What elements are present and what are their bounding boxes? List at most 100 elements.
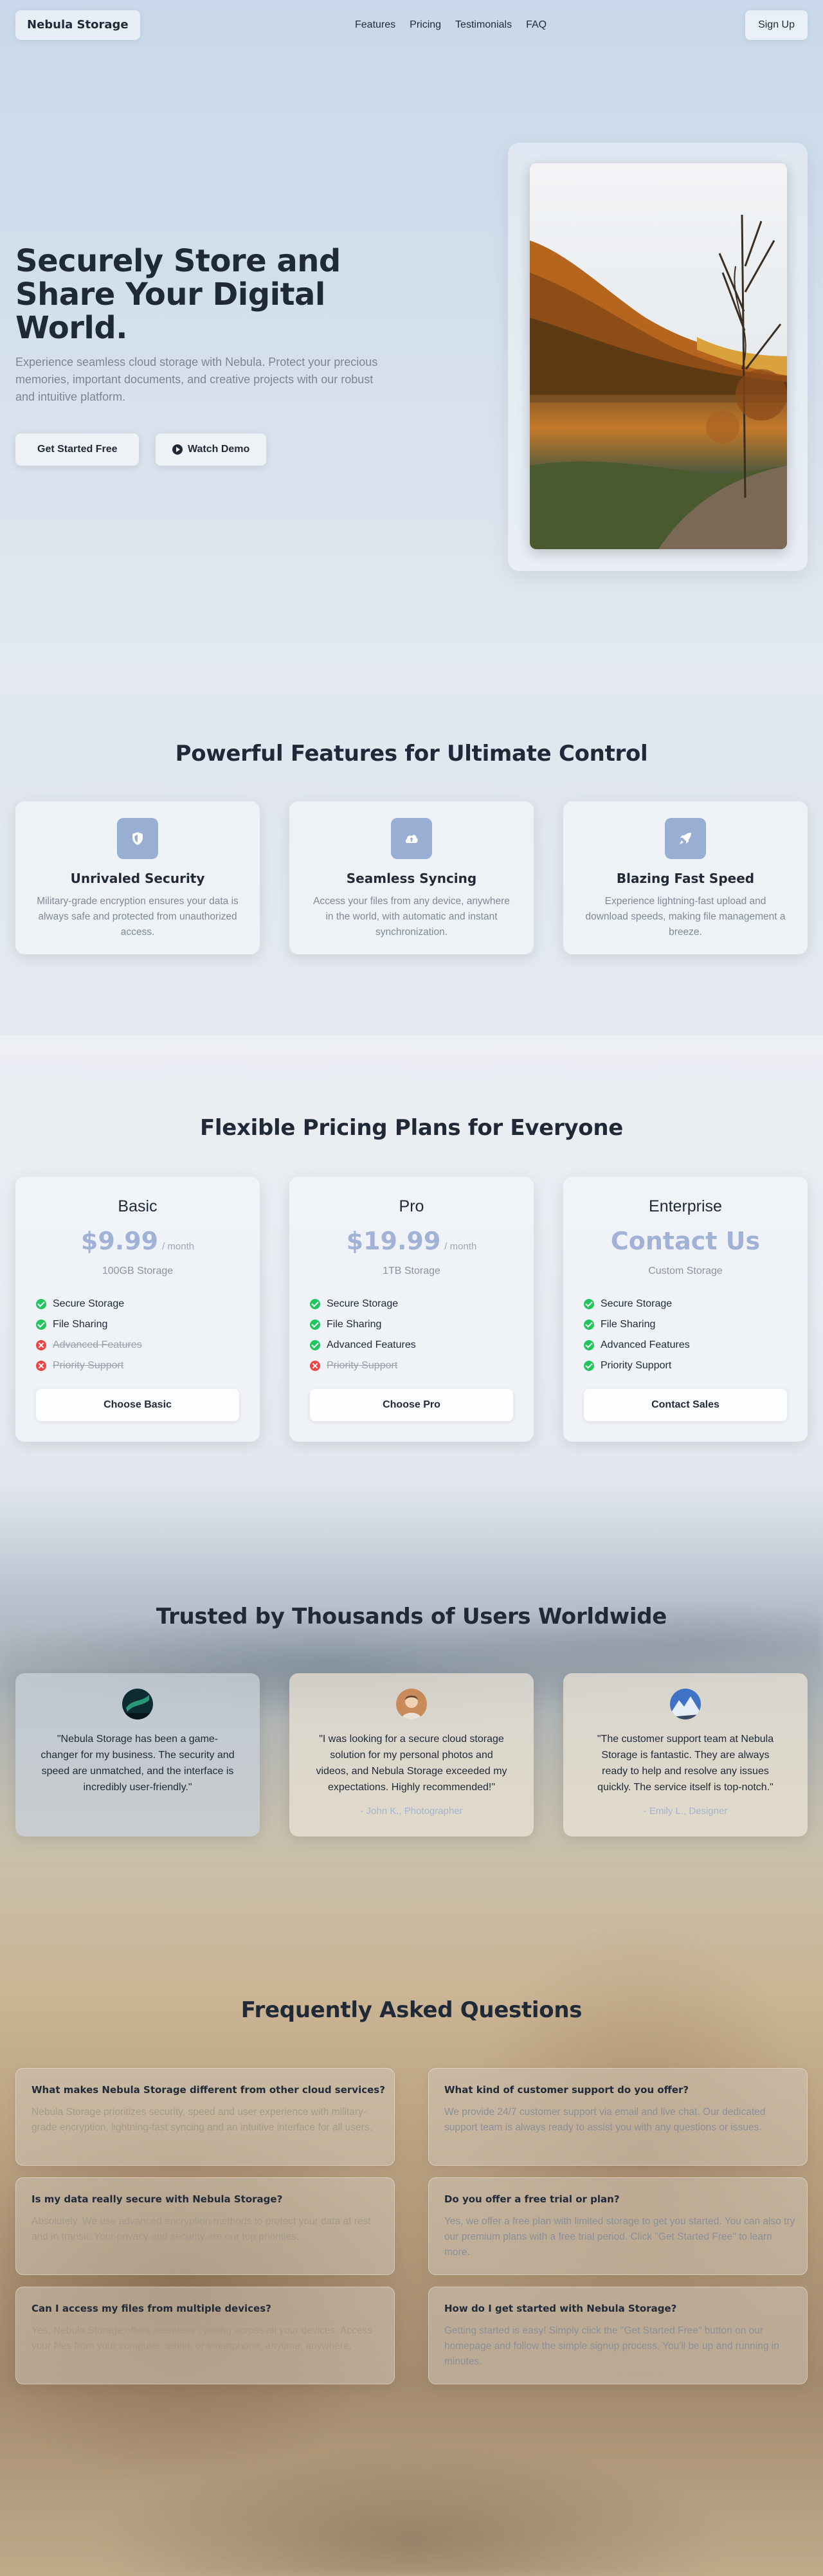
check-icon [36,1320,46,1330]
check-icon [584,1340,594,1350]
hero-image-frame [508,143,808,571]
testimonial-card: "I was looking for a secure cloud storag… [289,1673,534,1837]
faq-question: Is my data really secure with Nebula Sto… [32,2193,283,2205]
nav-link-testimonials[interactable]: Testimonials [455,19,512,31]
plan-storage: 100GB Storage [102,1265,174,1276]
watch-demo-label: Watch Demo [188,444,250,455]
plan-price-row: Contact Us [563,1227,808,1255]
check-icon [584,1299,594,1309]
testimonials-title: Trusted by Thousands of Users Worldwide [156,1604,667,1629]
check-icon [36,1299,46,1309]
watch-demo-button[interactable]: Watch Demo [156,433,267,466]
features-title: Powerful Features for Ultimate Control [175,741,648,766]
choose-pro-button[interactable]: Choose Pro [310,1389,513,1421]
feature-description: Access your files from any device, anywh… [313,896,510,938]
pricing-card-enterprise: Enterprise Contact Us Custom Storage Sec… [563,1177,808,1442]
faq-answer: Nebula Storage prioritizes security, spe… [32,2107,372,2133]
testimonial-quote: "The customer support team at Nebula Sto… [597,1734,774,1793]
autumn-lake-image [530,163,787,549]
faq-question: What makes Nebula Storage different from… [32,2084,385,2096]
plan-feature: Secure Storage [310,1294,516,1314]
top-nav: Nebula Storage Features Pricing Testimon… [15,10,808,40]
feature-card-security: Unrivaled Security Military-grade encryp… [15,801,260,954]
faq-item[interactable]: Can I access my files from multiple devi… [15,2287,395,2384]
plan-name: Basic [118,1197,158,1215]
nav-link-features[interactable]: Features [355,19,395,31]
plan-features: Secure Storage File Sharing Advanced Fea… [310,1294,516,1376]
portrait-avatar [396,1689,427,1719]
faq-answer: Yes, Nebula Storage offers seamless sync… [32,2325,372,2352]
choose-basic-button[interactable]: Choose Basic [36,1389,239,1421]
shield-icon [117,818,158,859]
plan-price-row: $9.99/ month [15,1227,260,1255]
faq-title: Frequently Asked Questions [240,1997,583,2023]
faq-answer: Absolutely. We use advanced encryption m… [32,2216,371,2242]
faq-item[interactable]: Do you offer a free trial or plan? Yes, … [428,2177,808,2275]
x-icon [36,1340,46,1350]
faq-question: How do I get started with Nebula Storage… [444,2303,677,2314]
signup-button[interactable]: Sign Up [745,10,808,40]
check-icon [310,1340,320,1350]
testimonial-card: "Nebula Storage has been a game-changer … [15,1673,260,1837]
testimonial-author: - John K., Photographer [360,1806,463,1817]
feature-title: Unrivaled Security [70,871,205,886]
faq-answer: We provide 24/7 customer support via ema… [444,2107,766,2133]
faq-item[interactable]: Is my data really secure with Nebula Sto… [15,2177,395,2275]
faq-question: What kind of customer support do you off… [444,2084,689,2096]
nav-link-faq[interactable]: FAQ [526,19,547,31]
plan-storage: 1TB Storage [383,1265,440,1276]
plan-price: $19.99 [346,1227,441,1255]
check-icon [584,1361,594,1371]
plan-storage: Custom Storage [648,1265,723,1276]
plan-feature: File Sharing [584,1314,790,1335]
pricing-card-pro: Pro $19.99/ month 1TB Storage Secure Sto… [289,1177,534,1442]
aurora-avatar [122,1689,153,1719]
feature-card-speed: Blazing Fast Speed Experience lightning-… [563,801,808,954]
plan-name: Pro [399,1197,424,1215]
feature-title: Blazing Fast Speed [616,871,755,886]
feature-title: Seamless Syncing [346,871,477,886]
feature-card-syncing: Seamless Syncing Access your files from … [289,801,534,954]
hero-description: Experience seamless cloud storage with N… [15,356,378,403]
play-icon [172,444,183,455]
faq-question: Do you offer a free trial or plan? [444,2193,620,2205]
nav-links: Features Pricing Testimonials FAQ [355,10,547,40]
feature-description: Military-grade encryption ensures your d… [37,896,239,938]
contact-sales-button[interactable]: Contact Sales [584,1389,787,1421]
plan-feature: Advanced Features [584,1335,790,1356]
get-started-button[interactable]: Get Started Free [15,433,140,466]
plan-price: $9.99 [80,1227,159,1255]
logo[interactable]: Nebula Storage [15,10,140,40]
plan-features: Secure Storage File Sharing Advanced Fea… [584,1294,790,1376]
plan-feature: Priority Support [584,1356,790,1376]
plan-feature: Secure Storage [584,1294,790,1314]
faq-item[interactable]: What makes Nebula Storage different from… [15,2068,395,2166]
faq-answer: Getting started is easy! Simply click th… [444,2325,779,2367]
testimonial-quote: "I was looking for a secure cloud storag… [316,1734,507,1793]
plan-feature: Advanced Features [310,1335,516,1356]
testimonial-author: - Emily L., Designer [643,1806,728,1817]
plan-feature: Secure Storage [36,1294,242,1314]
plan-price: Contact Us [610,1227,761,1255]
testimonial-card: "The customer support team at Nebula Sto… [563,1673,808,1837]
plan-period: / month [444,1241,477,1252]
check-icon [584,1320,594,1330]
plan-feature: File Sharing [36,1314,242,1335]
check-icon [310,1299,320,1309]
plan-feature: Priority Support [36,1356,242,1376]
pricing-card-basic: Basic $9.99/ month 100GB Storage Secure … [15,1177,260,1442]
plan-feature: Priority Support [310,1356,516,1376]
plan-price-row: $19.99/ month [289,1227,534,1255]
plan-feature: File Sharing [310,1314,516,1335]
x-icon [36,1361,46,1371]
faq-item[interactable]: How do I get started with Nebula Storage… [428,2287,808,2384]
nav-link-pricing[interactable]: Pricing [410,19,441,31]
check-icon [310,1320,320,1330]
rocket-icon [665,818,706,859]
mountain-avatar [670,1689,701,1719]
plan-feature: Advanced Features [36,1335,242,1356]
testimonial-quote: "Nebula Storage has been a game-changer … [41,1734,235,1793]
feature-description: Experience lightning-fast upload and dow… [585,896,786,938]
faq-item[interactable]: What kind of customer support do you off… [428,2068,808,2166]
hero-title: Securely Store and Share Your Digital Wo… [15,243,341,346]
